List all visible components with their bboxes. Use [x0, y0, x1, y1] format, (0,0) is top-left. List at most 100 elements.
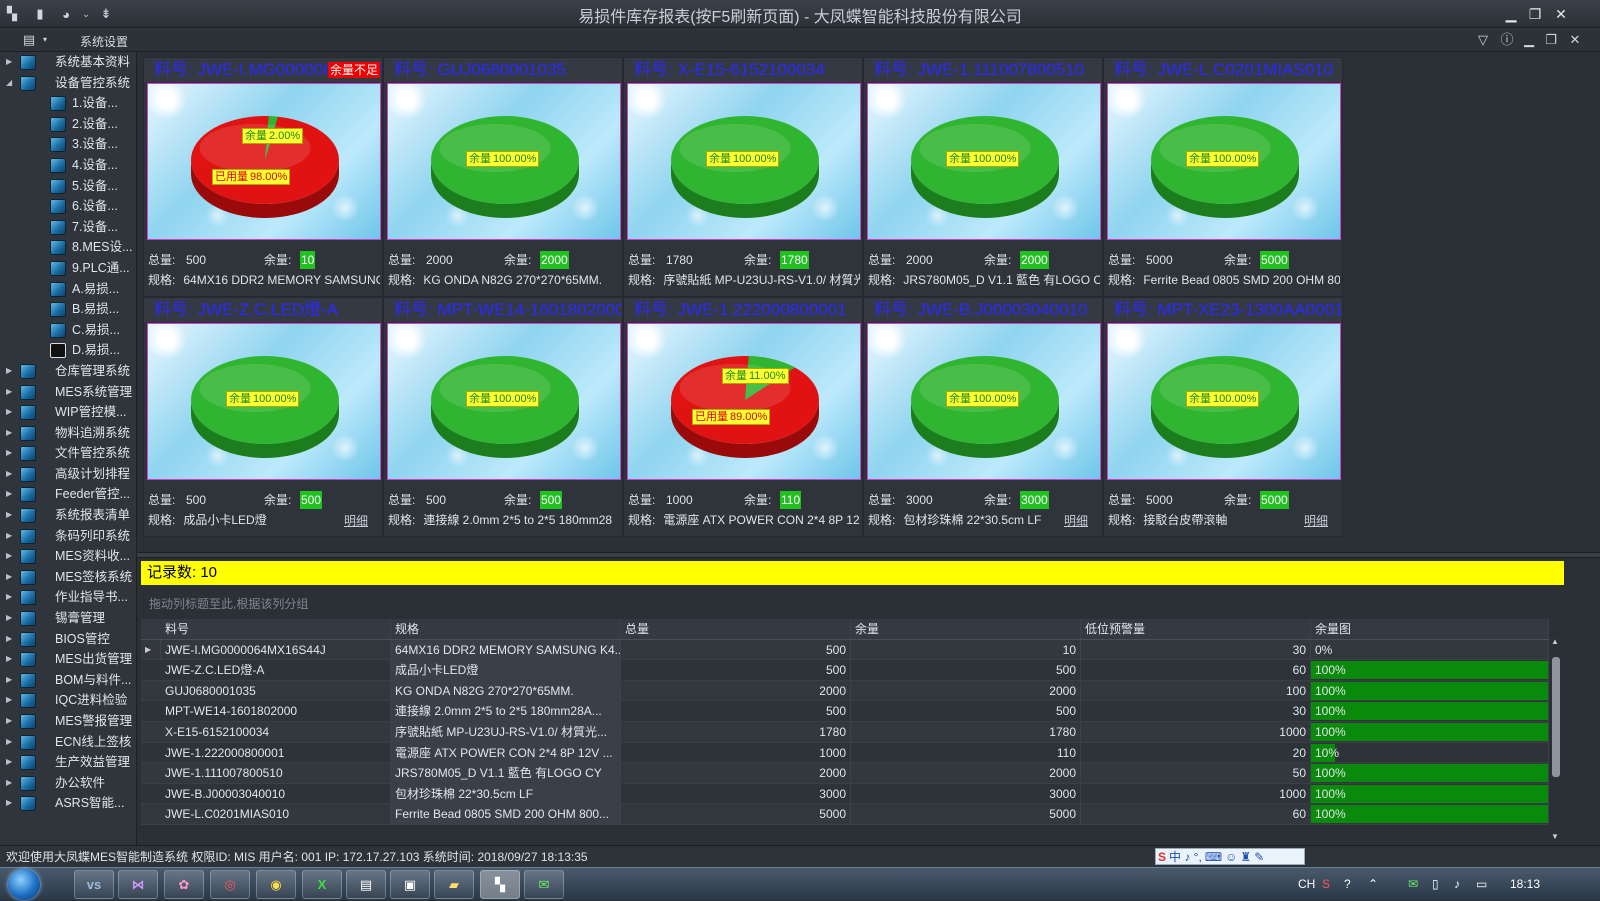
- cell-total[interactable]: 500: [621, 660, 851, 680]
- cell-warn[interactable]: 30: [1081, 701, 1311, 721]
- user-icon[interactable]: ☺: [1225, 850, 1237, 864]
- cell-remain-bar[interactable]: 100%: [1311, 722, 1549, 742]
- chevron-right-icon[interactable]: ▶: [6, 443, 16, 464]
- help-icon[interactable]: ?: [1344, 868, 1351, 901]
- system-settings-menu[interactable]: 系统设置: [80, 33, 128, 50]
- chevron-right-icon[interactable]: ▶: [6, 484, 16, 505]
- chevron-right-icon[interactable]: ▶: [6, 567, 16, 588]
- chevron-down-icon[interactable]: ◢: [6, 73, 16, 94]
- volume-icon[interactable]: ♪: [1454, 868, 1460, 901]
- detail-link[interactable]: 明细: [344, 512, 368, 529]
- device-icon[interactable]: ▯: [1432, 868, 1439, 901]
- cell-total[interactable]: 2000: [621, 680, 851, 701]
- tree-item[interactable]: ▶ BOM与料件...: [0, 670, 136, 691]
- inventory-card[interactable]: 料号: JWE-I.MG0000064MX16S44J余量不足余量2.00%已用…: [143, 57, 383, 297]
- tree-item[interactable]: ▶ IQC进料检验: [0, 690, 136, 711]
- info-icon[interactable]: ⓘ: [1498, 31, 1516, 49]
- cell-warn[interactable]: 1000: [1081, 722, 1311, 742]
- tree-item[interactable]: ▶ MES出货管理: [0, 649, 136, 670]
- cell-remain-bar[interactable]: 100%: [1311, 660, 1549, 680]
- minimize-button[interactable]: ▁: [1500, 5, 1522, 23]
- inventory-card[interactable]: 料号: GUJ0680001035 余量 100.00% 总量: 2000 余量: 2000…: [383, 57, 623, 297]
- language-indicator[interactable]: CH: [1298, 868, 1315, 901]
- cell-part[interactable]: MPT-WE14-1601802000: [161, 701, 391, 721]
- column-header[interactable]: 规格: [391, 619, 621, 639]
- inventory-card[interactable]: 料号: JWE-B.J00003040010 余量 100.00% 总量: 3000 余量…: [863, 297, 1103, 537]
- cell-spec[interactable]: Ferrite Bead 0805 SMD 200 OHM 800...: [391, 804, 621, 824]
- scroll-up-icon[interactable]: ▲: [1551, 637, 1559, 646]
- tree-item[interactable]: C.易损...: [0, 320, 136, 341]
- cell-total[interactable]: 1000: [621, 742, 851, 763]
- wechat-tray-icon[interactable]: ✉: [1408, 868, 1418, 901]
- table-row[interactable]: JWE-Z.C.LED燈-A 成品小卡LED燈 500 500 60 100%: [141, 660, 1549, 681]
- cell-total[interactable]: 5000: [621, 804, 851, 824]
- tree-item[interactable]: ▶ 生产效益管理: [0, 752, 136, 773]
- wechat-icon[interactable]: ✉: [524, 870, 564, 899]
- tree-item[interactable]: ▶ 系统基本资料: [0, 52, 136, 73]
- inventory-card[interactable]: 料号: JWE-1.111007800510 余量 100.00% 总量: 2000 余量…: [863, 57, 1103, 297]
- cell-spec[interactable]: 電源座 ATX POWER CON 2*4 8P 12V ...: [391, 742, 621, 763]
- tree-item[interactable]: ▶ BIOS管控: [0, 629, 136, 650]
- network-icon[interactable]: ▭: [1476, 868, 1487, 901]
- cell-warn[interactable]: 60: [1081, 660, 1311, 680]
- tree-item[interactable]: ▶ ECN线上签核: [0, 732, 136, 753]
- table-row[interactable]: GUJ0680001035 KG ONDA N82G 270*270*65MM. 2…: [141, 680, 1549, 702]
- group-by-hint[interactable]: 拖动列标题至此,根据该列分组: [141, 588, 1564, 616]
- tree-item[interactable]: ▶ ASRS智能...: [0, 793, 136, 814]
- clock[interactable]: 18:13: [1510, 868, 1540, 901]
- row-selector-icon[interactable]: ▶: [141, 639, 161, 660]
- chevron-right-icon[interactable]: ▶: [6, 711, 16, 732]
- tree-item[interactable]: B.易损...: [0, 299, 136, 320]
- shirt-icon[interactable]: ♜: [1240, 850, 1251, 864]
- inventory-card[interactable]: 料号: JWE-L.C0201MIAS010 余量 100.00% 总量: 5000 余量…: [1103, 57, 1343, 297]
- tree-item[interactable]: 4.设备...: [0, 155, 136, 176]
- cell-total[interactable]: 500: [621, 639, 851, 660]
- cell-remain[interactable]: 2000: [851, 680, 1081, 701]
- chrome-icon[interactable]: ◉: [256, 870, 296, 899]
- cell-remain-bar[interactable]: 100%: [1311, 804, 1549, 824]
- cell-part[interactable]: JWE-L.C0201MIAS010: [161, 804, 391, 824]
- table-row[interactable]: JWE-L.C0201MIAS010 Ferrite Bead 0805 SMD …: [141, 804, 1549, 825]
- chevron-right-icon[interactable]: ▶: [6, 670, 16, 691]
- tree-item[interactable]: ▶ 系统报表清单: [0, 505, 136, 526]
- tree-item[interactable]: 3.设备...: [0, 134, 136, 155]
- chevron-right-icon[interactable]: ▶: [6, 546, 16, 567]
- tree-item[interactable]: ▶ 文件管控系统: [0, 443, 136, 464]
- cell-remain[interactable]: 3000: [851, 783, 1081, 804]
- chevron-right-icon[interactable]: ▶: [6, 505, 16, 526]
- tree-item[interactable]: D.易损...: [0, 340, 136, 361]
- vertical-scrollbar[interactable]: ▲ ▼: [1549, 637, 1563, 841]
- cell-remain[interactable]: 500: [851, 701, 1081, 721]
- chevron-down-icon[interactable]: ▾: [36, 31, 54, 49]
- table-row[interactable]: ▶ JWE-I.MG0000064MX16S44J 64MX16 DDR2 MEMO…: [141, 639, 1549, 661]
- inventory-card[interactable]: 料号: X-E15-6152100034 余量 100.00% 总量: 1780 余量: 1…: [623, 57, 863, 297]
- cell-remain-bar[interactable]: 10%: [1311, 742, 1549, 763]
- chevron-right-icon[interactable]: ▶: [6, 402, 16, 423]
- cell-remain-bar[interactable]: 0%: [1311, 639, 1549, 660]
- detail-link[interactable]: 明细: [1064, 512, 1088, 529]
- inventory-card[interactable]: 料号: JWE-Z.C.LED燈-A 余量 100.00% 总量: 500 余量: 500 规…: [143, 297, 383, 537]
- inventory-card[interactable]: 料号: MPT-WE14-1601802000 余量 100.00% 总量: 500 余量…: [383, 297, 623, 537]
- cell-part[interactable]: GUJ0680001035: [161, 680, 391, 701]
- chevron-right-icon[interactable]: ▶: [6, 732, 16, 753]
- chevron-right-icon[interactable]: ▶: [6, 423, 16, 444]
- tree-item[interactable]: ▶ MES系统管理: [0, 382, 136, 403]
- cell-total[interactable]: 1780: [621, 722, 851, 742]
- table-row[interactable]: JWE-1.111007800510 JRS780M05_D V1.1 藍色 有L…: [141, 763, 1549, 784]
- sogou-tray-icon[interactable]: S: [1322, 868, 1330, 901]
- cell-warn[interactable]: 30: [1081, 639, 1311, 660]
- tree-item[interactable]: ◢ 设备管控系统: [0, 73, 136, 94]
- mes-app-icon[interactable]: ▚: [480, 870, 520, 899]
- chevron-right-icon[interactable]: ▶: [6, 690, 16, 711]
- cell-remain-bar[interactable]: 100%: [1311, 783, 1549, 804]
- tree-item[interactable]: ▶ MES签核系统: [0, 567, 136, 588]
- table-row[interactable]: X-E15-6152100034 序號貼紙 MP-U23UJ-RS-V1.0/ 材…: [141, 722, 1549, 743]
- cell-warn[interactable]: 1000: [1081, 783, 1311, 804]
- tree-item[interactable]: ▶ 办公软件: [0, 773, 136, 794]
- tree-item[interactable]: ▶ WIP管控模...: [0, 402, 136, 423]
- chevron-right-icon[interactable]: ▶: [6, 629, 16, 650]
- cell-remain[interactable]: 2000: [851, 763, 1081, 783]
- cell-spec[interactable]: 包材珍珠棉 22*30.5cm LF: [391, 783, 621, 804]
- tree-item[interactable]: 2.设备...: [0, 114, 136, 135]
- cell-remain[interactable]: 110: [851, 742, 1081, 763]
